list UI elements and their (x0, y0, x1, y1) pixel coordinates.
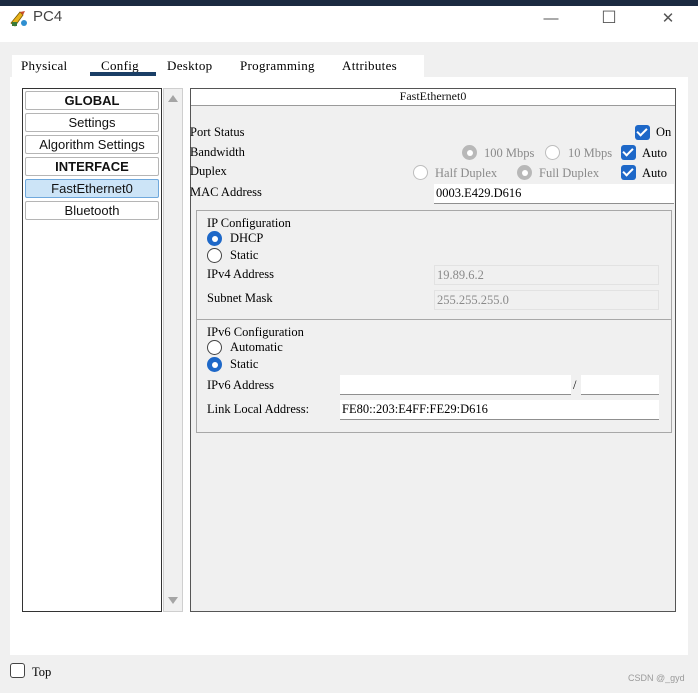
sidebar-item-bluetooth[interactable]: Bluetooth (25, 201, 159, 220)
sidebar-list: GLOBAL Settings Algorithm Settings INTER… (22, 88, 162, 612)
tab-desktop[interactable]: Desktop (167, 58, 212, 74)
tab-strip: Physical Config Desktop Programming Attr… (12, 55, 424, 77)
scroll-up-icon[interactable] (168, 95, 178, 102)
ipv4-address-label: IPv4 Address (207, 267, 275, 281)
minimize-icon: — (543, 9, 559, 27)
subnet-mask-input[interactable]: 255.255.255.0 (434, 290, 659, 310)
dhcp-label: DHCP (230, 231, 264, 245)
ipv6-automatic-radio[interactable] (207, 340, 222, 355)
tab-attributes[interactable]: Attributes (342, 58, 397, 74)
link-local-label: Link Local Address: (207, 402, 310, 416)
ipv6-address-input[interactable] (340, 375, 571, 395)
duplex-full-radio[interactable] (517, 165, 532, 180)
ipv6-prefix-input[interactable] (581, 375, 659, 395)
sidebar-scrollbar[interactable] (163, 88, 183, 612)
maximize-button[interactable]: ☐ (586, 6, 632, 30)
duplex-full-label: Full Duplex (539, 166, 600, 180)
ipv6-config-title: IPv6 Configuration (207, 325, 304, 339)
scroll-down-icon[interactable] (168, 597, 178, 604)
watermark: CSDN @_gyd (628, 673, 685, 683)
panel-title: FastEthernet0 (191, 89, 675, 106)
ipv6-automatic-label: Automatic (230, 340, 283, 354)
ipv4-config-title: IP Configuration (207, 216, 291, 230)
top-label: Top (32, 665, 52, 679)
ipv6-address-label: IPv6 Address (207, 378, 275, 392)
mac-address-input[interactable]: 0003.E429.D616 (434, 184, 674, 204)
dhcp-radio[interactable] (207, 231, 222, 246)
close-icon: ✕ (661, 10, 675, 27)
footer-bar (0, 655, 698, 693)
close-button[interactable]: ✕ (645, 6, 691, 30)
port-status-checkbox[interactable] (635, 125, 650, 140)
prefix-separator: / (573, 378, 577, 392)
bandwidth-10-label: 10 Mbps (568, 146, 613, 160)
subnet-mask-label: Subnet Mask (207, 291, 273, 305)
ipv6-static-radio[interactable] (207, 357, 222, 372)
maximize-icon: ☐ (601, 8, 617, 27)
duplex-label: Duplex (190, 164, 227, 178)
top-checkbox[interactable] (10, 663, 25, 678)
ipv4-address-input[interactable]: 19.89.6.2 (434, 265, 659, 285)
mac-address-label: MAC Address (190, 185, 262, 199)
link-local-input[interactable]: FE80::203:E4FF:FE29:D616 (340, 400, 659, 420)
bandwidth-10-radio[interactable] (545, 145, 560, 160)
bandwidth-auto-checkbox[interactable] (621, 145, 636, 160)
port-status-label: Port Status (190, 125, 245, 139)
duplex-auto-checkbox[interactable] (621, 165, 636, 180)
ipv4-static-radio[interactable] (207, 248, 222, 263)
bandwidth-100-radio[interactable] (462, 145, 477, 160)
bandwidth-auto-label: Auto (642, 146, 667, 160)
sidebar-item-settings[interactable]: Settings (25, 113, 159, 132)
sidebar-item-algorithm-settings[interactable]: Algorithm Settings (25, 135, 159, 154)
selected-tab-indicator (90, 72, 156, 76)
duplex-auto-label: Auto (642, 166, 667, 180)
window-title: PC4 (33, 8, 63, 25)
tab-physical[interactable]: Physical (21, 58, 67, 74)
minimize-button[interactable]: — (528, 6, 574, 30)
sidebar-header-interface: INTERFACE (25, 157, 159, 176)
tab-programming[interactable]: Programming (240, 58, 315, 74)
sidebar-item-fastethernet0[interactable]: FastEthernet0 (25, 179, 159, 198)
sidebar-header-global: GLOBAL (25, 91, 159, 110)
ipv4-static-label: Static (230, 248, 259, 262)
bandwidth-100-label: 100 Mbps (484, 146, 535, 160)
duplex-half-label: Half Duplex (435, 166, 498, 180)
packet-tracer-pc-icon (9, 9, 29, 29)
bandwidth-label: Bandwidth (190, 145, 245, 159)
ipv6-static-label: Static (230, 357, 259, 371)
port-status-on-label: On (656, 125, 672, 139)
duplex-half-radio[interactable] (413, 165, 428, 180)
